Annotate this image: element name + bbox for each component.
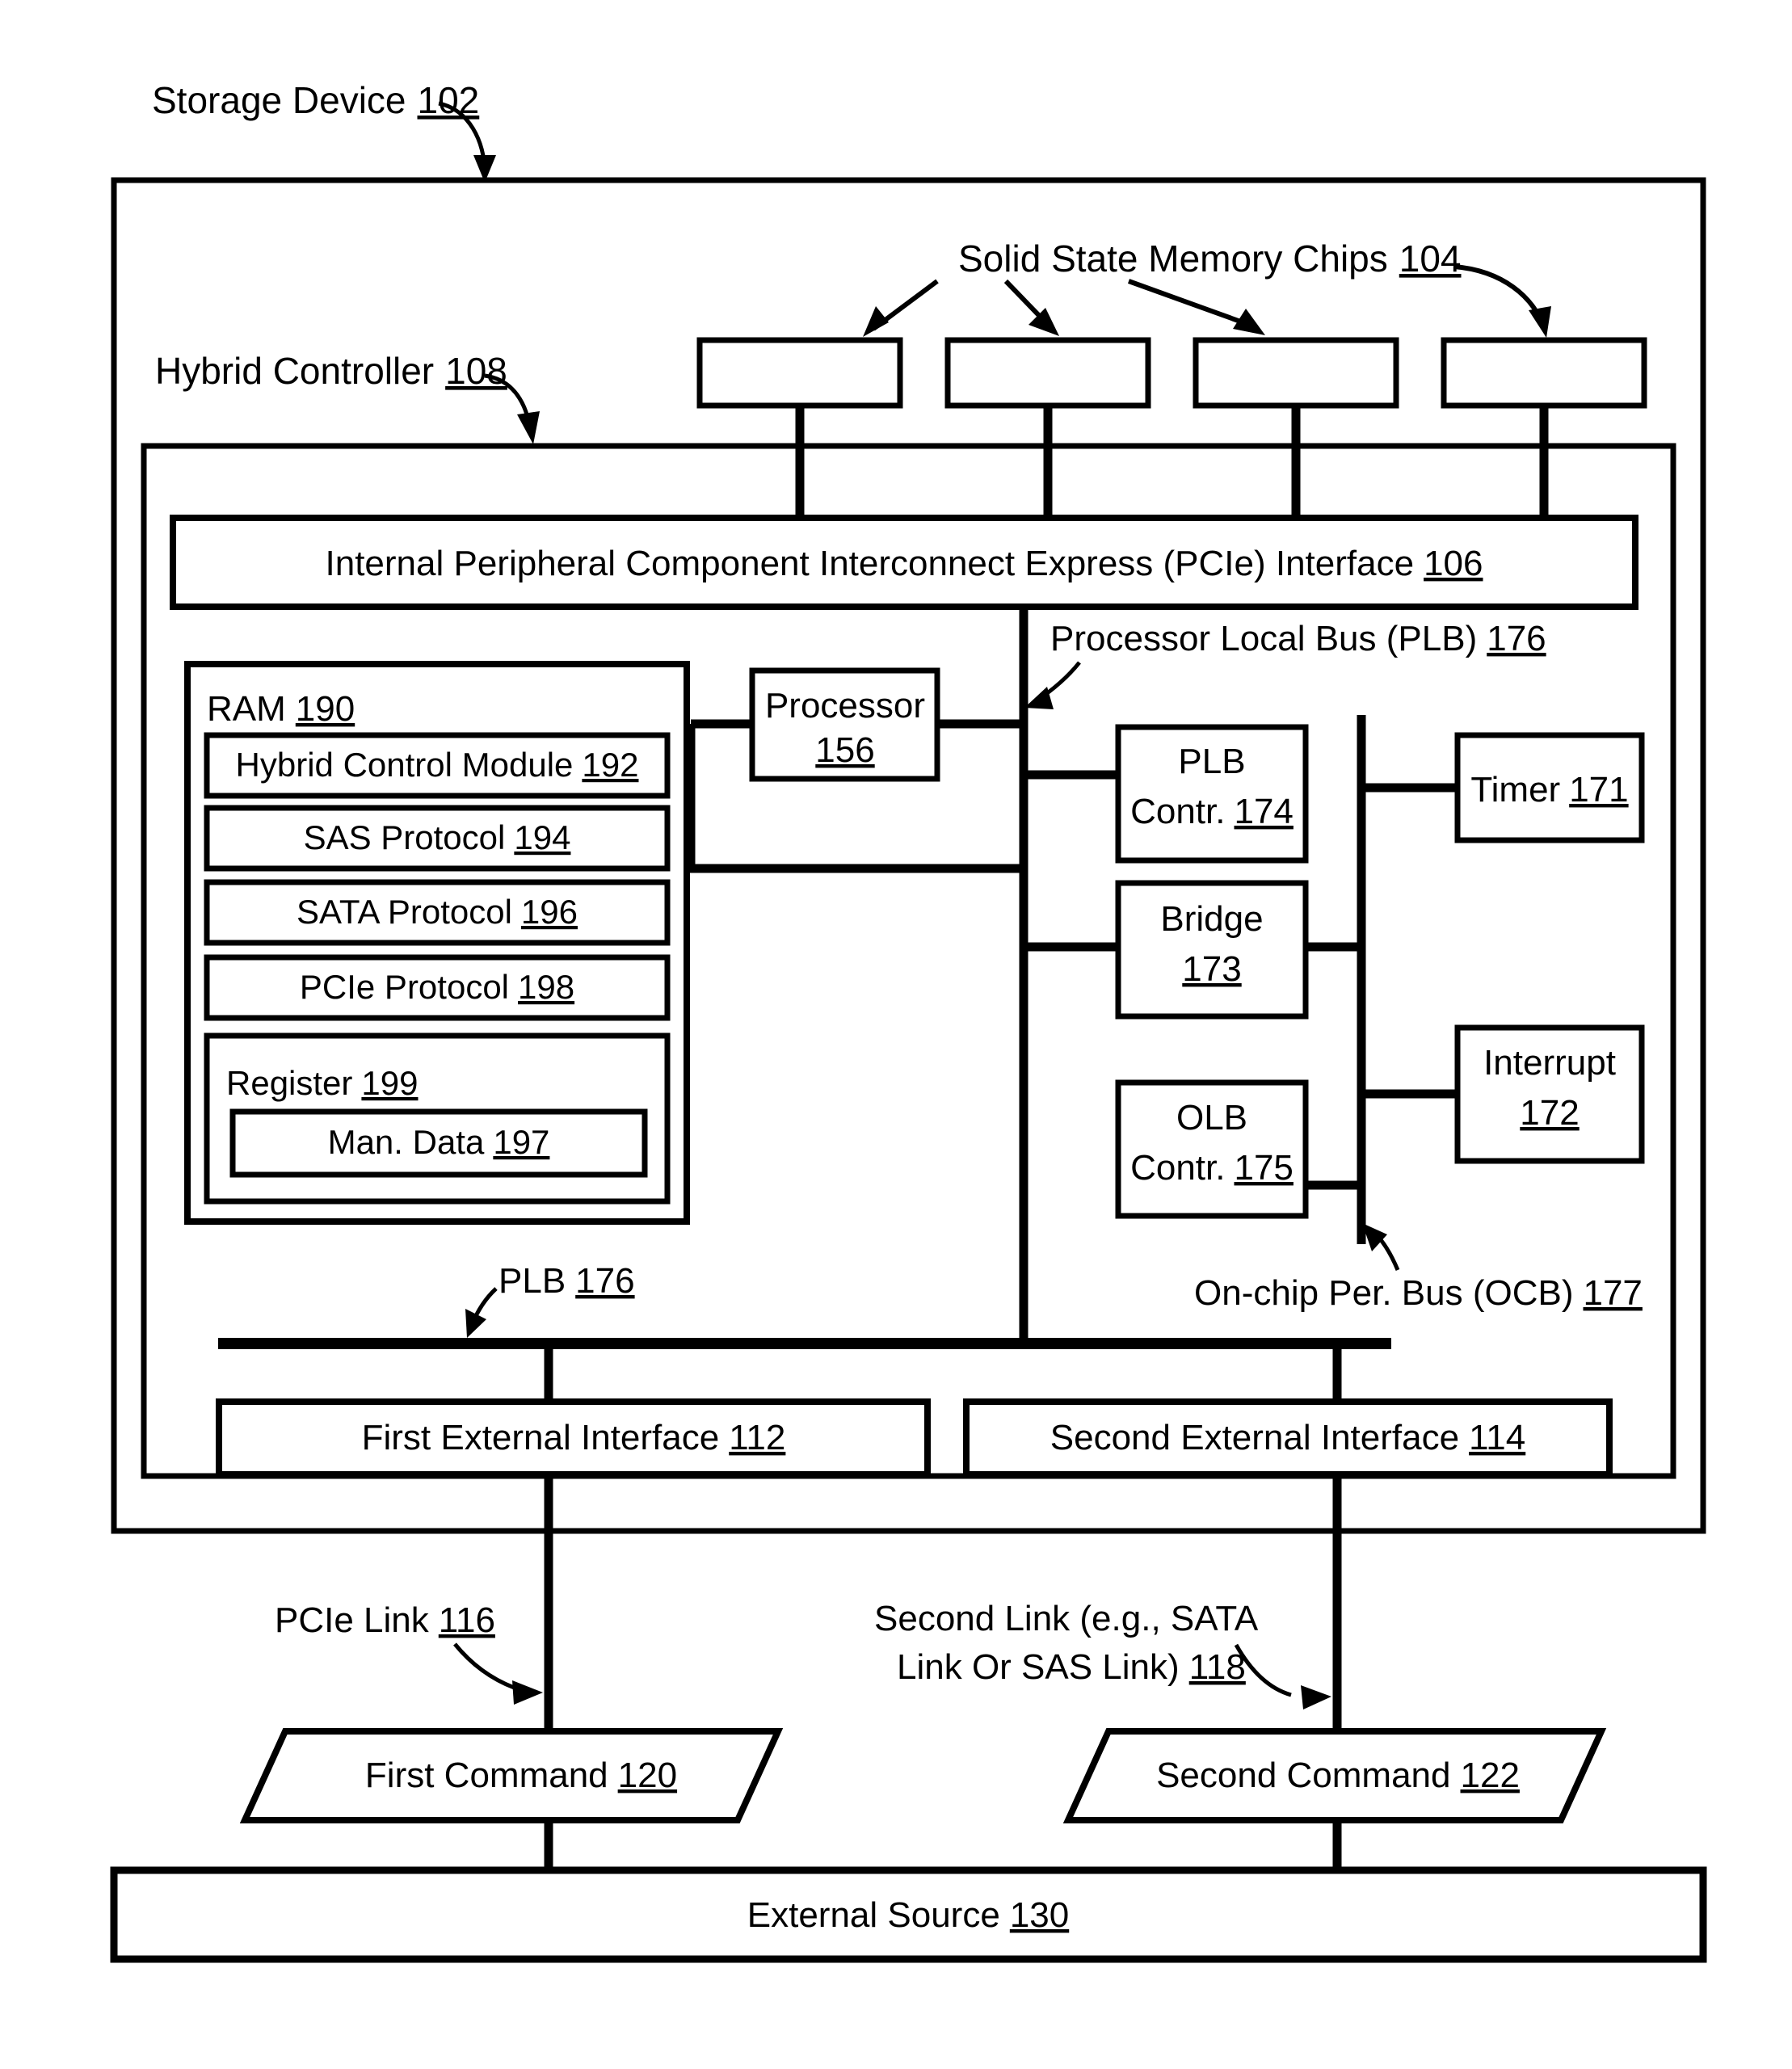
olb-controller-line2: Contr. 175: [1130, 1148, 1294, 1188]
pcie-link-label: PCIe Link 116: [275, 1600, 495, 1640]
patent-diagram-svg: Storage Device 102 Solid State Memory Chi…: [0, 0, 1792, 2069]
hybrid-controller-label: Hybrid Controller 108: [155, 350, 507, 392]
ram-register-label: Register 199: [226, 1064, 418, 1102]
ram-register-inner-label: Man. Data 197: [328, 1123, 550, 1161]
processor-label-line1: Processor: [765, 686, 925, 725]
plb-controller-line1: PLB: [1178, 742, 1245, 781]
interrupt-ref: 172: [1520, 1093, 1579, 1133]
pcie-interface-label: Internal Peripheral Component Interconne…: [326, 544, 1483, 583]
memory-chip-3: [1193, 337, 1399, 409]
ram-module-label-1: SAS Protocol 194: [304, 818, 571, 856]
second-link-label-line2: Link Or SAS Link) 118: [897, 1647, 1246, 1687]
ram-label: RAM 190: [207, 689, 355, 729]
timer-label: Timer 171: [1470, 770, 1628, 810]
external-source-label: External Source 130: [747, 1895, 1069, 1935]
memory-chips-label: Solid State Memory Chips 104: [958, 238, 1462, 280]
olb-controller-line1: OLB: [1176, 1098, 1247, 1138]
second-link-label-line1: Second Link (e.g., SATA: [874, 1599, 1259, 1638]
storage-device-label: Storage Device 102: [152, 79, 479, 121]
second-command-label: Second Command 122: [1156, 1756, 1520, 1795]
interrupt-line1: Interrupt: [1483, 1043, 1616, 1083]
bridge-line1: Bridge: [1160, 899, 1263, 939]
ram-module-label-2: SATA Protocol 196: [297, 893, 578, 931]
plb-bus-callout-label: Processor Local Bus (PLB) 176: [1050, 619, 1546, 658]
processor-ref: 156: [815, 730, 874, 770]
memory-chip-4: [1441, 337, 1647, 409]
memory-chip-2: [944, 337, 1151, 409]
figure-canvas: Storage Device 102 Solid State Memory Chi…: [0, 0, 1792, 2069]
plb-controller-line2: Contr. 174: [1130, 792, 1294, 831]
memory-chip-1: [696, 337, 903, 409]
second-external-interface-label: Second External Interface 114: [1050, 1418, 1525, 1457]
ram-module-label-3: PCIe Protocol 198: [300, 968, 574, 1006]
first-command-label: First Command 120: [365, 1756, 677, 1795]
bridge-ref: 173: [1182, 949, 1241, 989]
